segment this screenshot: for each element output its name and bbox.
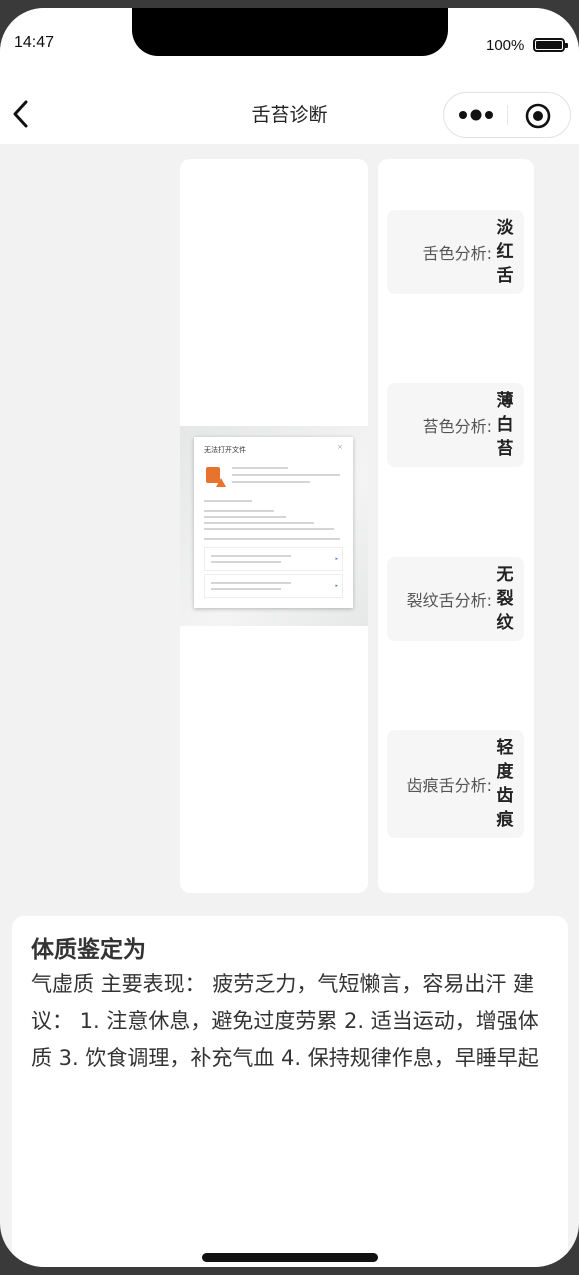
image-text-line — [204, 528, 334, 530]
image-text-line — [204, 516, 286, 518]
analysis-item-fissure: 裂纹舌分析: 无裂纹 — [387, 557, 524, 641]
image-text-line — [204, 522, 314, 524]
analysis-label: 裂纹舌分析: — [406, 591, 492, 610]
uploaded-tongue-image[interactable]: 无法打开文件 × ▸ ▸ — [180, 426, 368, 626]
image-text-line — [211, 582, 291, 584]
image-text-line — [211, 588, 281, 590]
image-text-line — [204, 500, 252, 502]
analysis-label: 苔色分析: — [422, 417, 492, 436]
image-link-marker: ▸ — [335, 583, 338, 589]
image-text-line — [211, 561, 281, 563]
analysis-value: 无裂纹 — [496, 565, 514, 633]
status-bar: 14:47 100% — [0, 8, 579, 84]
analysis-item-coating-color: 苔色分析: 薄白苔 — [387, 383, 524, 467]
status-time: 14:47 — [14, 34, 55, 51]
image-option-box: ▸ — [204, 574, 343, 598]
image-dialog-close: × — [337, 443, 343, 451]
analysis-item-teeth-mark: 齿痕舌分析: 轻度齿痕 — [387, 730, 524, 838]
image-option-box: ▸ — [204, 547, 343, 571]
mini-program-capsule — [443, 92, 571, 138]
analysis-label: 齿痕舌分析: — [406, 776, 492, 795]
battery-icon — [533, 38, 568, 52]
target-close-icon[interactable] — [524, 102, 552, 130]
image-dialog-title: 无法打开文件 — [204, 446, 246, 454]
constitution-result-card: 体质鉴定为 气虚质 主要表现： 疲劳乏力，气短懒言，容易出汗 建议： 1. 注意… — [12, 916, 568, 1267]
phone-screen: 14:47 100% 舌苔诊断 无法打开文件 × ▸ ▸ 舌色分析: 淡红舌 苔… — [0, 8, 579, 1267]
image-text-line — [211, 555, 291, 557]
image-text-line — [232, 467, 288, 469]
battery-percent: 100% — [486, 37, 525, 54]
analysis-card: 舌色分析: 淡红舌 苔色分析: 薄白苔 裂纹舌分析: 无裂纹 齿痕舌分析: 轻度… — [378, 159, 534, 893]
device-notch — [132, 8, 448, 56]
analysis-value: 轻度齿痕 — [496, 738, 514, 830]
warning-icon — [216, 478, 226, 487]
home-indicator[interactable] — [202, 1253, 378, 1262]
analysis-value: 淡红舌 — [496, 218, 514, 286]
image-text-line — [204, 510, 274, 512]
image-text-line — [232, 481, 310, 483]
image-link-marker: ▸ — [335, 556, 338, 562]
more-dots-icon[interactable] — [458, 104, 494, 126]
image-dialog-preview: 无法打开文件 × ▸ ▸ — [194, 437, 353, 608]
tongue-image-card: 无法打开文件 × ▸ ▸ — [180, 159, 368, 893]
navigation-bar: 舌苔诊断 — [0, 84, 579, 144]
capsule-divider — [507, 105, 508, 125]
result-description: 气虚质 主要表现： 疲劳乏力，气短懒言，容易出汗 建议： 1. 注意休息，避免过… — [31, 972, 539, 1070]
image-text-line — [232, 474, 340, 476]
analysis-value: 薄白苔 — [496, 391, 514, 459]
result-title: 体质鉴定为 — [31, 937, 146, 963]
analysis-label: 舌色分析: — [422, 244, 492, 263]
analysis-item-tongue-color: 舌色分析: 淡红舌 — [387, 210, 524, 294]
image-text-line — [204, 538, 340, 540]
